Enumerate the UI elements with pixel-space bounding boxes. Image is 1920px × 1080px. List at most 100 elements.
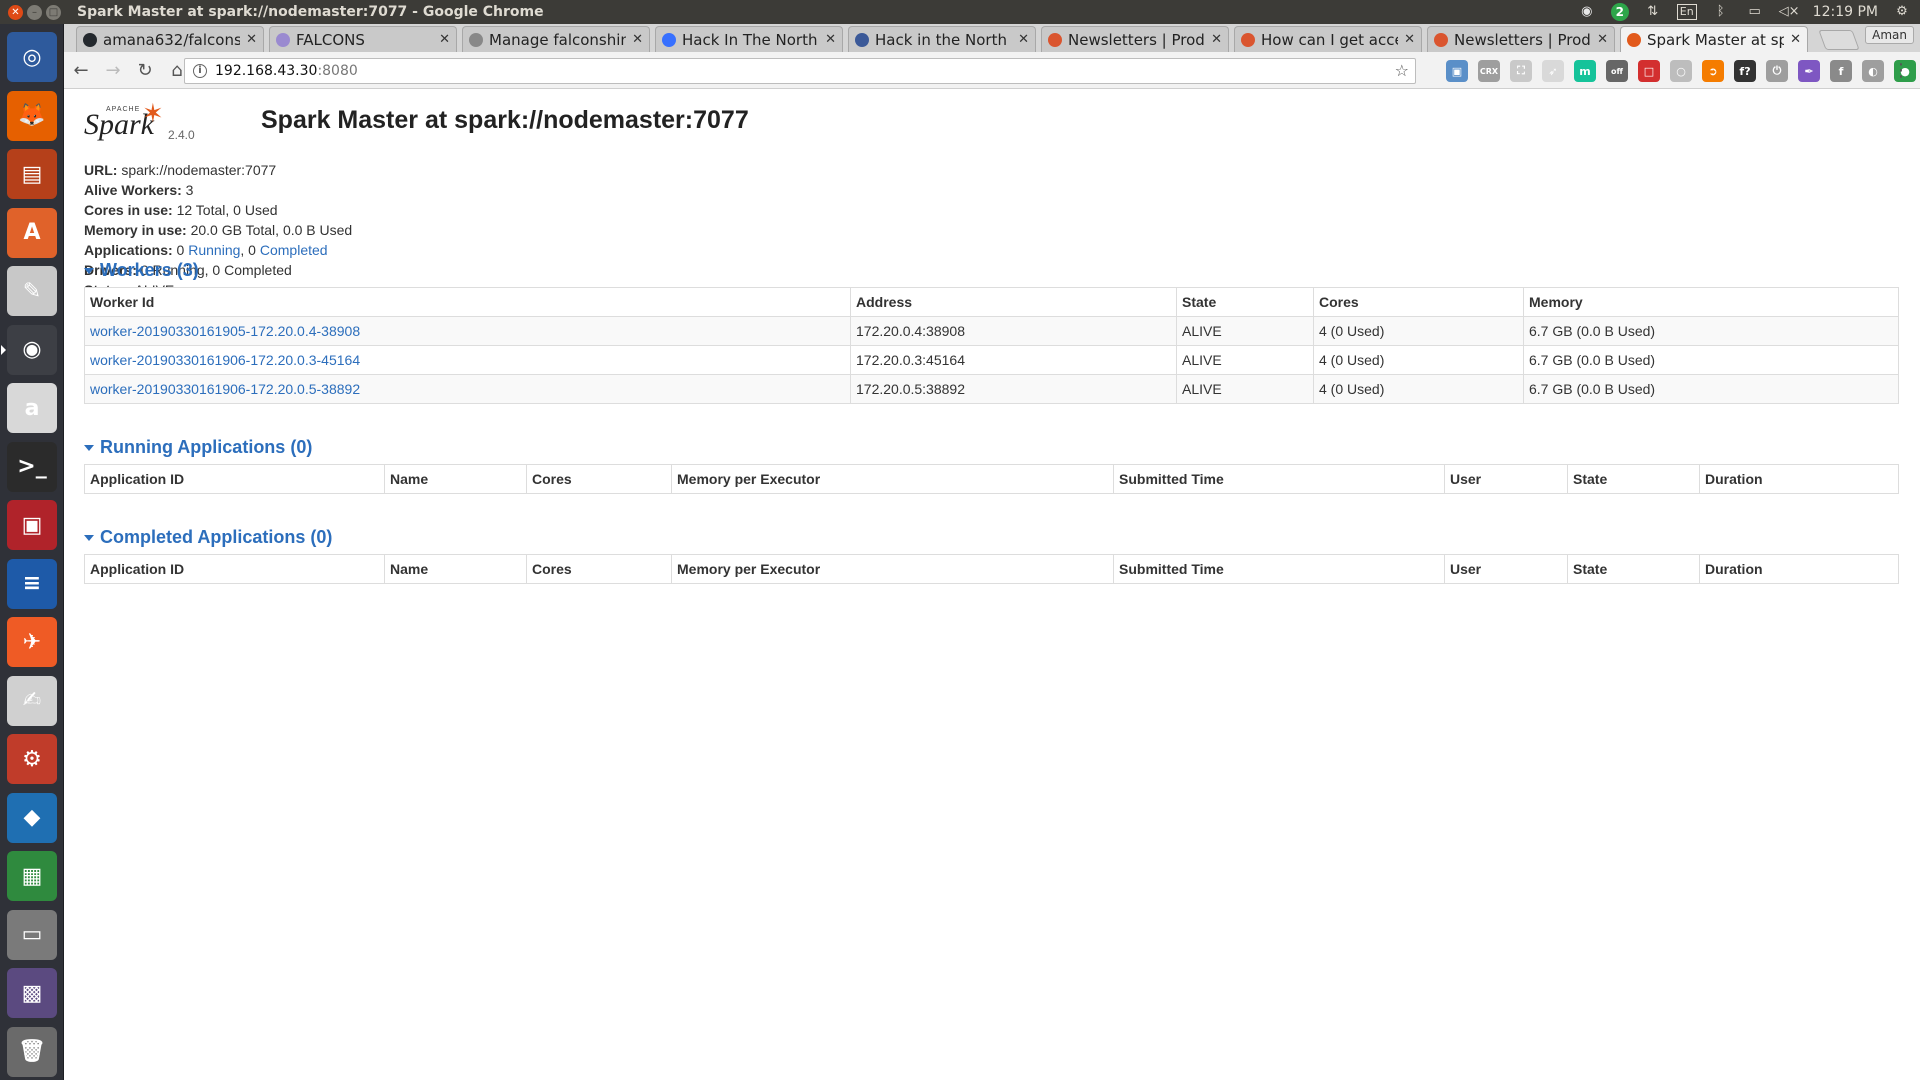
window-close-button[interactable]: ✕	[8, 4, 23, 20]
settings-gear-icon[interactable]: ⚙	[1892, 4, 1912, 20]
browser-tab[interactable]: Manage falconshin ✕	[462, 26, 650, 52]
worker-id-link[interactable]: worker-20190330161906-172.20.0.3-45164	[90, 352, 360, 368]
browser-tab[interactable]: How can I get acces ✕	[1234, 26, 1422, 52]
site-info-icon[interactable]: i	[193, 64, 207, 78]
column-header[interactable]: Address	[850, 287, 1177, 317]
ext-screenshot-icon[interactable]: ▣	[1446, 60, 1468, 82]
workers-section-toggle[interactable]: Workers (3)	[84, 260, 199, 281]
column-header[interactable]: Submitted Time	[1113, 554, 1445, 584]
column-header[interactable]: Worker Id	[84, 287, 851, 317]
chrome-menu-icon[interactable]: ⋮	[1892, 60, 1910, 81]
volume-icon[interactable]: ◁×	[1779, 4, 1800, 20]
ext-cursor-icon[interactable]: ➶	[1542, 60, 1564, 82]
remmina-icon[interactable]: ▣	[7, 500, 57, 550]
network-icon[interactable]: ⇅	[1643, 4, 1663, 20]
ext-capture-icon[interactable]: ⛶	[1510, 60, 1532, 82]
column-header[interactable]: User	[1444, 554, 1568, 584]
column-header[interactable]: State	[1567, 464, 1700, 494]
running-apps-section-toggle[interactable]: Running Applications (0)	[84, 437, 312, 458]
workspace-switcher-icon[interactable]: ▩	[7, 968, 57, 1018]
column-header[interactable]: Submitted Time	[1113, 464, 1445, 494]
browser-tab[interactable]: Newsletters | Produ ✕	[1041, 26, 1229, 52]
window-minimize-button[interactable]: –	[27, 4, 42, 20]
column-header[interactable]: Name	[384, 464, 527, 494]
postman-icon[interactable]: ✈	[7, 617, 57, 667]
back-button[interactable]: ←	[66, 55, 96, 85]
worker-id-link[interactable]: worker-20190330161906-172.20.0.5-38892	[90, 381, 360, 397]
terminal-icon[interactable]: >_	[7, 441, 57, 492]
ext-red-icon[interactable]: □	[1638, 60, 1660, 82]
column-header[interactable]: Application ID	[84, 464, 385, 494]
spark-logo[interactable]: APACHE Spark ✶ 2.4.0	[84, 98, 204, 146]
system-settings-icon[interactable]: ⚙	[7, 734, 57, 784]
tab-close-icon[interactable]: ✕	[825, 32, 836, 47]
ext-off-icon[interactable]: off	[1606, 60, 1628, 82]
text-editor-icon[interactable]: ✍	[7, 675, 57, 726]
ext-toggle-icon[interactable]: ◐	[1862, 60, 1884, 82]
drive-icon[interactable]: ▭	[7, 909, 57, 960]
reload-button[interactable]: ↻	[130, 55, 160, 85]
column-header[interactable]: State	[1567, 554, 1700, 584]
vscode-icon[interactable]: ◆	[7, 792, 57, 843]
column-header[interactable]: Memory	[1523, 287, 1899, 317]
browser-tab[interactable]: Spark Master at spa ✕	[1620, 26, 1808, 52]
bookmark-star-icon[interactable]: ☆	[1395, 61, 1409, 80]
ext-grammarly-icon[interactable]: m	[1574, 60, 1596, 82]
tab-close-icon[interactable]: ✕	[1597, 32, 1608, 47]
worker-id-link[interactable]: worker-20190330161905-172.20.0.4-38908	[90, 323, 360, 339]
tab-close-icon[interactable]: ✕	[1211, 32, 1222, 47]
ext-arrow-icon[interactable]: ➲	[1702, 60, 1724, 82]
browser-tab[interactable]: amana632/falcons_ ✕	[76, 26, 264, 52]
ext-power-icon[interactable]: ⏻	[1766, 60, 1788, 82]
column-header[interactable]: Duration	[1699, 554, 1899, 584]
tab-close-icon[interactable]: ✕	[1018, 32, 1029, 47]
profile-button[interactable]: Aman	[1865, 26, 1914, 44]
tab-close-icon[interactable]: ✕	[1790, 32, 1801, 47]
trash-icon[interactable]: 🗑	[7, 1026, 57, 1077]
window-maximize-button[interactable]: □	[46, 4, 61, 20]
keyboard-layout-indicator[interactable]: En	[1676, 4, 1697, 20]
ext-circle-icon[interactable]: ○	[1670, 60, 1692, 82]
column-header[interactable]: Duration	[1699, 464, 1899, 494]
impress-icon[interactable]: ▤	[7, 149, 57, 199]
column-header[interactable]: Memory per Executor	[671, 464, 1114, 494]
amazon-icon[interactable]: a	[7, 383, 57, 433]
column-header[interactable]: Memory per Executor	[671, 554, 1114, 584]
column-header[interactable]: Name	[384, 554, 527, 584]
column-header[interactable]: Cores	[526, 464, 672, 494]
column-header[interactable]: Application ID	[84, 554, 385, 584]
column-header[interactable]: Cores	[1313, 287, 1524, 317]
browser-tab[interactable]: Newsletters | Produ ✕	[1427, 26, 1615, 52]
running-apps-link[interactable]: Running	[188, 242, 240, 258]
forward-button[interactable]: →	[98, 55, 128, 85]
tab-close-icon[interactable]: ✕	[246, 32, 257, 47]
ext-crx-icon[interactable]: CRX	[1478, 60, 1500, 82]
ubuntu-dash-icon[interactable]: ◎	[7, 32, 57, 82]
browser-tab[interactable]: Hack in the North 4 ✕	[848, 26, 1036, 52]
software-center-icon[interactable]: A	[7, 207, 57, 258]
calc-icon[interactable]: ▦	[7, 851, 57, 901]
notification-count-badge[interactable]: 2	[1610, 3, 1629, 21]
address-bar[interactable]: i 192.168.43.30:8080 ☆	[184, 58, 1416, 84]
battery-icon[interactable]: ▭	[1745, 4, 1765, 20]
column-header[interactable]: State	[1176, 287, 1314, 317]
firefox-icon[interactable]: 🦊	[7, 90, 57, 141]
bluetooth-icon[interactable]: ᛒ	[1711, 4, 1731, 20]
ext-fx-icon[interactable]: f?	[1734, 60, 1756, 82]
tab-close-icon[interactable]: ✕	[439, 32, 450, 47]
completed-apps-link[interactable]: Completed	[260, 242, 328, 258]
tab-close-icon[interactable]: ✕	[1404, 32, 1415, 47]
ext-facebook-icon[interactable]: f	[1830, 60, 1852, 82]
chrome-icon[interactable]: ◉	[1, 324, 57, 375]
new-tab-button[interactable]	[1818, 30, 1860, 50]
evince-icon[interactable]: ✎	[7, 266, 57, 316]
ext-pen-icon[interactable]: ✒	[1798, 60, 1820, 82]
column-header[interactable]: Cores	[526, 554, 672, 584]
tab-close-icon[interactable]: ✕	[632, 32, 643, 47]
completed-apps-section-toggle[interactable]: Completed Applications (0)	[84, 527, 332, 548]
clock[interactable]: 12:19 PM	[1813, 4, 1878, 20]
writer-icon[interactable]: ≡	[7, 558, 57, 609]
browser-tab[interactable]: Hack In The North: ✕	[655, 26, 843, 52]
chrome-tray-icon[interactable]: ◉	[1577, 4, 1597, 20]
browser-tab[interactable]: FALCONS ✕	[269, 26, 457, 52]
